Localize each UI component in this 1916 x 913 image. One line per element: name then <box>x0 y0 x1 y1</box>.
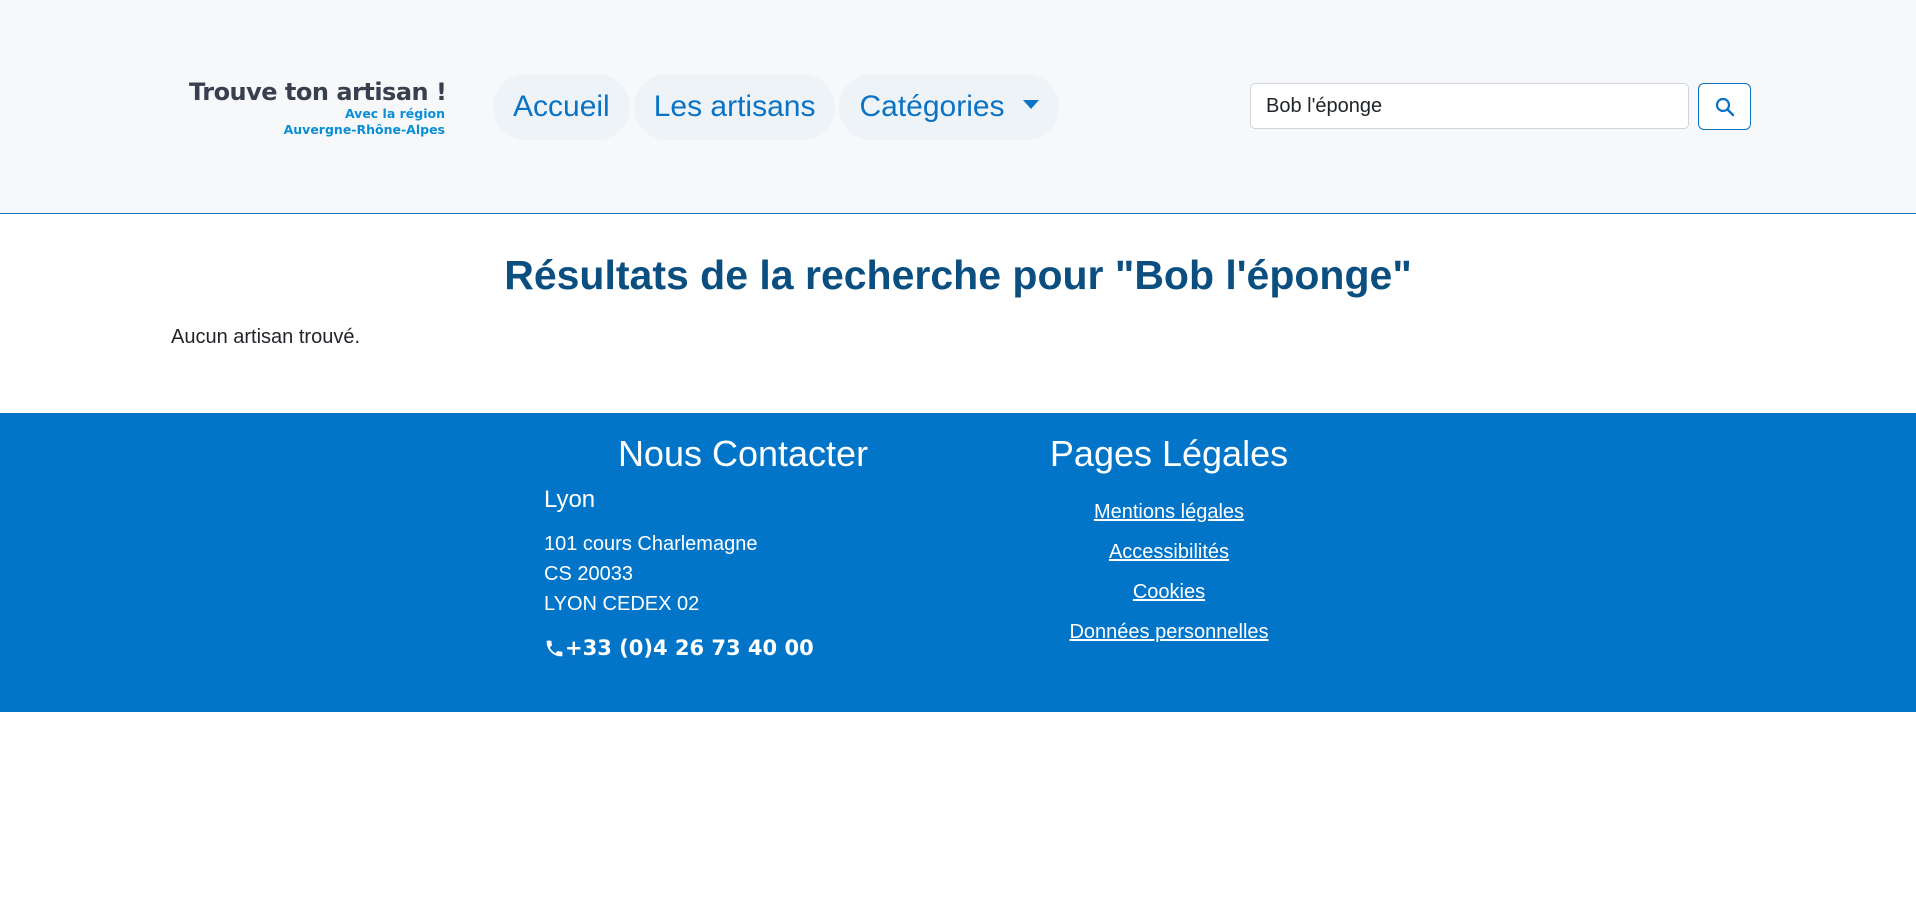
logo-subtitle-line1: Avec la région <box>344 106 445 121</box>
nav-item-label: Les artisans <box>653 90 816 123</box>
main-nav: Accueil Les artisans Catégories <box>493 74 1059 140</box>
site-header: Trouve ton artisan ! Avec la région Auve… <box>0 0 1916 214</box>
legal-section: Pages Légales Mentions légales Accessibi… <box>1000 433 1338 652</box>
nav-item-artisans[interactable]: Les artisans <box>633 74 836 140</box>
logo-subtitle-line2: Auvergne-Rhône-Alpes <box>283 122 445 137</box>
nav-item-home[interactable]: Accueil <box>493 74 630 140</box>
search-input[interactable] <box>1250 83 1689 129</box>
nav-item-label: Accueil <box>513 90 610 123</box>
contact-title: Nous Contacter <box>617 433 869 474</box>
legal-link-donnees[interactable]: Données personnelles <box>1000 612 1338 652</box>
legal-link-cookies[interactable]: Cookies <box>1000 572 1338 612</box>
legal-link-mentions[interactable]: Mentions légales <box>1000 492 1338 532</box>
contact-section: Nous Contacter Lyon 101 cours Charlemagn… <box>544 433 942 660</box>
no-results-message: Aucun artisan trouvé. <box>171 326 360 348</box>
logo-title: Trouve ton artisan ! <box>189 78 447 106</box>
search-button[interactable] <box>1698 83 1751 130</box>
nav-item-label: Catégories <box>859 90 1005 123</box>
address-line: LYON CEDEX 02 <box>544 593 700 615</box>
nav-item-categories-dropdown[interactable]: Catégories <box>839 74 1059 140</box>
address-line: 101 cours Charlemagne <box>544 533 758 555</box>
site-logo[interactable]: Trouve ton artisan ! Avec la région Auve… <box>189 78 447 138</box>
results-title: Résultats de la recherche pour "Bob l'ép… <box>504 252 1412 298</box>
address-line: CS 20033 <box>544 563 633 585</box>
contact-city: Lyon <box>544 486 596 513</box>
legal-link-accessibilite[interactable]: Accessibilités <box>1000 532 1338 572</box>
phone-icon <box>546 640 563 656</box>
search-icon <box>1715 97 1734 116</box>
site-footer: Nous Contacter Lyon 101 cours Charlemagn… <box>0 413 1916 712</box>
legal-title: Pages Légales <box>1049 433 1289 474</box>
phone-number: +33 (0)4 26 73 40 00 <box>565 636 814 660</box>
caret-down-icon <box>1022 99 1039 109</box>
contact-phone[interactable]: +33 (0)4 26 73 40 00 <box>544 636 942 660</box>
